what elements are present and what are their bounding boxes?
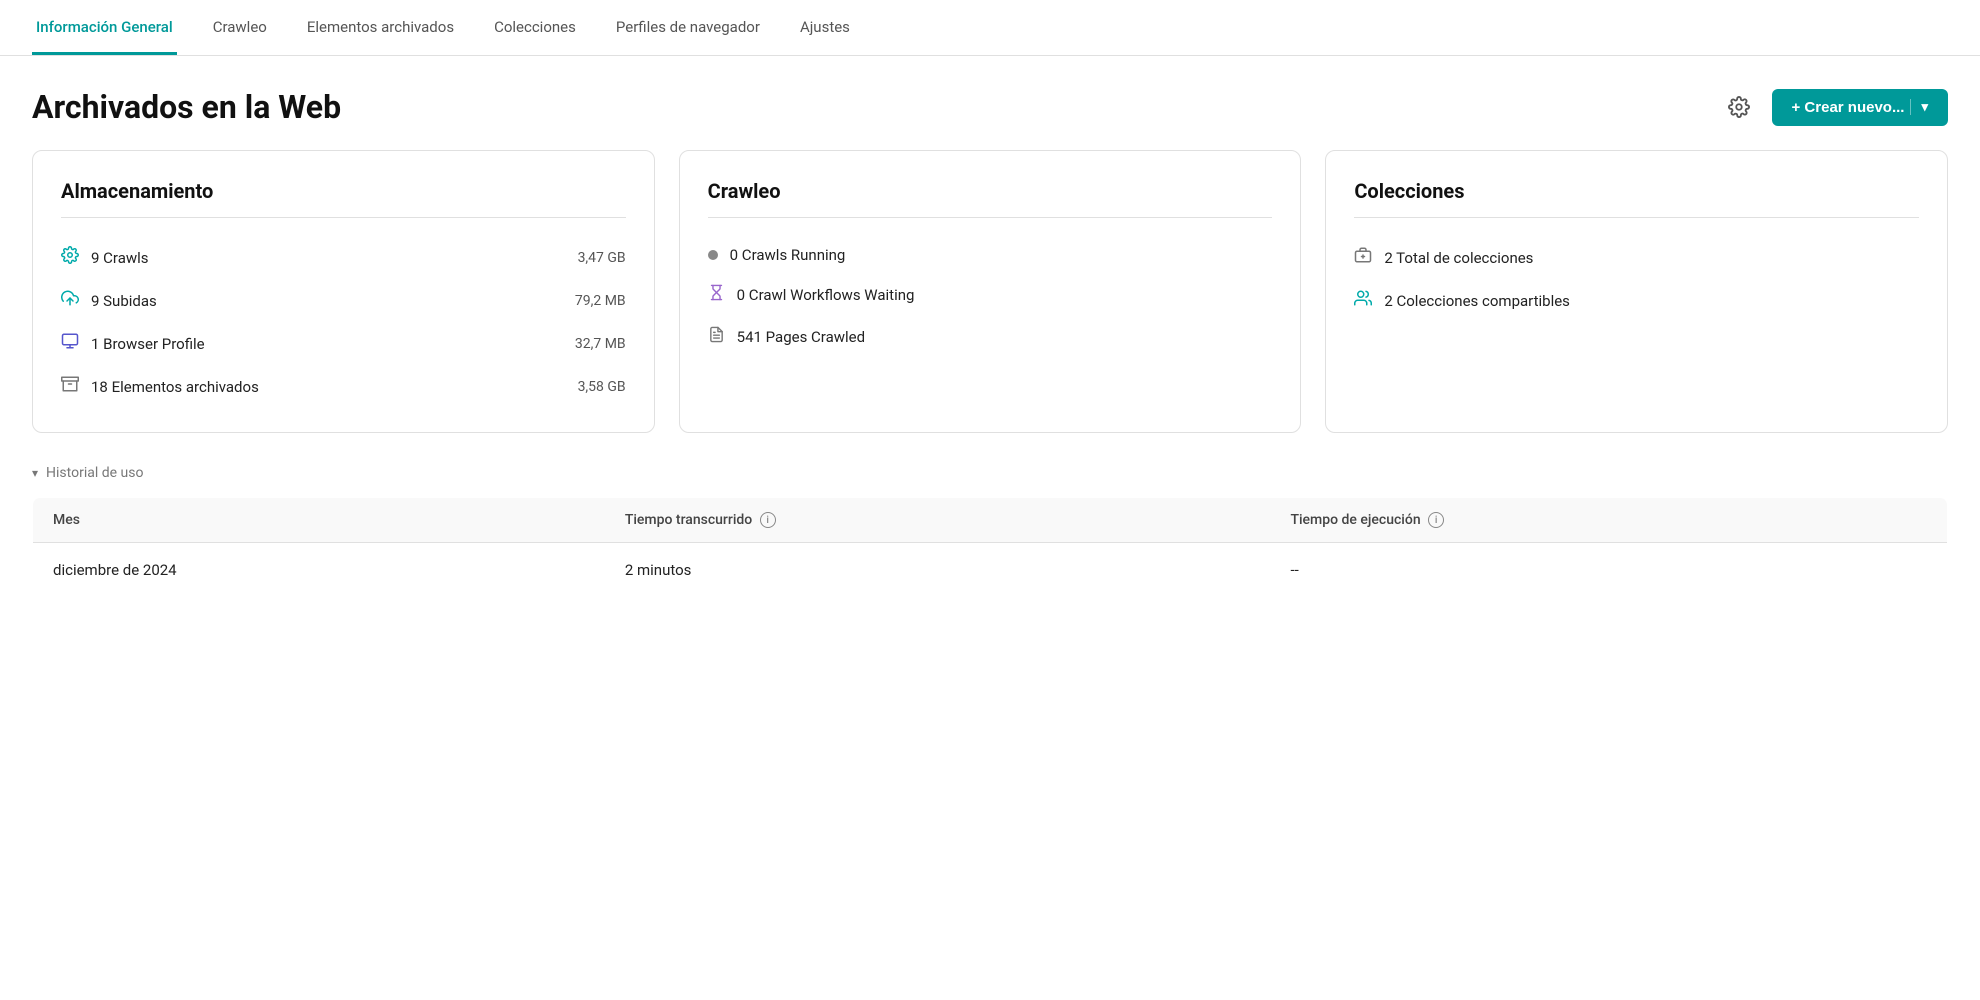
collection-item-shared: 2 Colecciones compartibles (1354, 279, 1919, 322)
storage-item-browser: 1 Browser Profile 32,7 MB (61, 322, 626, 365)
crawls-gear-icon (61, 246, 79, 269)
page-header: Archivados en la Web + Crear nuevo... ▾ (0, 56, 1980, 150)
crawl-item-running: 0 Crawls Running (708, 236, 1273, 274)
collections-card: Colecciones 2 Total de colecciones (1325, 150, 1948, 433)
history-header-row: Mes Tiempo transcurrido i Tiempo de ejec… (33, 498, 1948, 543)
archived-size: 3,58 GB (578, 379, 626, 395)
browser-size: 32,7 MB (575, 336, 626, 352)
storage-item-crawls: 9 Crawls 3,47 GB (61, 236, 626, 279)
storage-item-uploads: 9 Subidas 79,2 MB (61, 279, 626, 322)
nav-bar: Información General Crawleo Elementos ar… (0, 0, 1980, 56)
collection-item-total: 2 Total de colecciones (1354, 236, 1919, 279)
row-tiempo-transcurrido: 2 minutos (605, 543, 1271, 598)
shared-collections-label: 2 Colecciones compartibles (1384, 292, 1570, 310)
col-tiempo-transcurrido-label: Tiempo transcurrido (625, 512, 752, 528)
page-title: Archivados en la Web (32, 88, 341, 126)
row-mes: diciembre de 2024 (33, 543, 605, 598)
tab-collections[interactable]: Colecciones (490, 0, 580, 55)
storage-item-archived: 18 Elementos archivados 3,58 GB (61, 365, 626, 408)
dot-icon (708, 250, 718, 260)
crawls-label: 9 Crawls (91, 249, 149, 267)
history-toggle[interactable]: ▾ Historial de uso (32, 465, 1948, 481)
shared-collections-icon (1354, 289, 1372, 312)
crawls-size: 3,47 GB (578, 250, 626, 266)
gear-icon (1728, 96, 1750, 118)
row-tiempo-ejecucion: -- (1270, 543, 1947, 598)
tab-archived[interactable]: Elementos archivados (303, 0, 458, 55)
tab-general[interactable]: Información General (32, 0, 177, 55)
col-mes-label: Mes (53, 512, 80, 528)
uploads-label: 9 Subidas (91, 292, 157, 310)
upload-icon (61, 289, 79, 312)
history-toggle-label: Historial de uso (46, 465, 143, 481)
archive-icon (61, 375, 79, 398)
browser-label: 1 Browser Profile (91, 335, 205, 353)
pages-icon (708, 326, 725, 348)
col-mes: Mes (33, 498, 605, 543)
storage-card-title: Almacenamiento (61, 179, 626, 218)
history-table: Mes Tiempo transcurrido i Tiempo de ejec… (32, 497, 1948, 598)
header-actions: + Crear nuevo... ▾ (1722, 89, 1949, 126)
cards-row: Almacenamiento 9 Crawls 3,47 GB (0, 150, 1980, 465)
tiempo-ejecucion-info-icon[interactable]: i (1428, 512, 1444, 528)
create-new-button[interactable]: + Crear nuevo... ▾ (1772, 89, 1949, 126)
crawl-waiting-label: 0 Crawl Workflows Waiting (737, 286, 915, 304)
col-tiempo-transcurrido: Tiempo transcurrido i (605, 498, 1271, 543)
tab-profiles[interactable]: Perfiles de navegador (612, 0, 764, 55)
crawleo-card-title: Crawleo (708, 179, 1273, 218)
collection-icon (1354, 246, 1372, 269)
tab-crawleo[interactable]: Crawleo (209, 0, 271, 55)
history-table-body: diciembre de 2024 2 minutos -- (33, 543, 1948, 598)
archived-label: 18 Elementos archivados (91, 378, 259, 396)
settings-icon-button[interactable] (1722, 90, 1756, 124)
browser-icon (61, 332, 79, 355)
chevron-down-icon: ▾ (1910, 99, 1928, 115)
crawl-item-waiting: 0 Crawl Workflows Waiting (708, 274, 1273, 316)
table-row: diciembre de 2024 2 minutos -- (33, 543, 1948, 598)
storage-card: Almacenamiento 9 Crawls 3,47 GB (32, 150, 655, 433)
col-tiempo-ejecucion: Tiempo de ejecución i (1270, 498, 1947, 543)
tab-settings[interactable]: Ajustes (796, 0, 854, 55)
pages-crawled-label: 541 Pages Crawled (737, 328, 865, 346)
tiempo-transcurrido-info-icon[interactable]: i (760, 512, 776, 528)
col-tiempo-ejecucion-label: Tiempo de ejecución (1290, 512, 1420, 528)
hourglass-icon (708, 284, 725, 306)
create-btn-label: + Crear nuevo... (1792, 99, 1905, 116)
uploads-size: 79,2 MB (575, 293, 626, 309)
history-table-head: Mes Tiempo transcurrido i Tiempo de ejec… (33, 498, 1948, 543)
crawls-running-label: 0 Crawls Running (730, 246, 846, 264)
crawl-item-pages: 541 Pages Crawled (708, 316, 1273, 358)
total-collections-label: 2 Total de colecciones (1384, 249, 1533, 267)
crawleo-card: Crawleo 0 Crawls Running 0 Crawl Workflo… (679, 150, 1302, 433)
chevron-down-icon: ▾ (32, 466, 38, 480)
collections-card-title: Colecciones (1354, 179, 1919, 218)
history-section: ▾ Historial de uso Mes Tiempo transcurri… (0, 465, 1980, 598)
